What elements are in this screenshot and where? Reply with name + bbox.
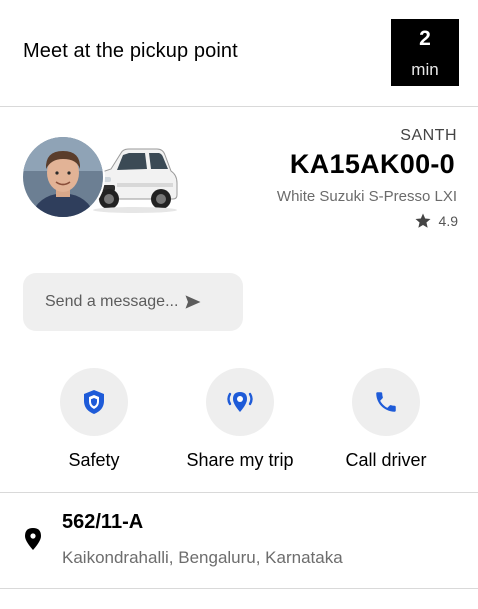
trip-header: Meet at the pickup point 2 min [0, 0, 478, 106]
destination-title: 562/11-A [62, 511, 144, 533]
eta-value: 2 [419, 27, 431, 50]
eta-unit: min [411, 60, 439, 79]
license-plate: KA15AK00-0 [289, 149, 455, 179]
message-placeholder: Send a message... [45, 293, 179, 310]
destination-address: Kaikondrahalli, Bengaluru, Karnataka [62, 548, 343, 567]
phone-icon [376, 392, 396, 412]
header-divider [0, 106, 478, 107]
pickup-status-title: Meet at the pickup point [23, 40, 238, 62]
safety-label: Safety [68, 450, 120, 470]
call-driver-button[interactable]: Call driver [326, 368, 446, 471]
shield-icon [84, 390, 104, 414]
destination-divider [0, 588, 478, 589]
driver-rating: 4.9 [414, 212, 458, 230]
driver-name: SANTH [400, 127, 457, 144]
eta-badge: 2 min [391, 19, 459, 86]
car-model: White Suzuki S-Presso LXI [276, 188, 457, 205]
driver-vehicle-photos [23, 137, 178, 219]
call-driver-button-circle[interactable] [352, 368, 420, 436]
location-pin-icon [25, 528, 41, 550]
send-arrow-icon[interactable] [183, 292, 203, 312]
share-location-icon [227, 392, 253, 412]
actions-divider [0, 492, 478, 493]
driver-avatar [23, 137, 103, 217]
send-message-field[interactable]: Send a message... [23, 273, 243, 331]
rating-value: 4.9 [438, 213, 458, 229]
safety-button-circle[interactable] [60, 368, 128, 436]
driver-photo [23, 137, 103, 217]
call-driver-label: Call driver [345, 450, 427, 470]
safety-button[interactable]: Safety [34, 368, 154, 471]
share-trip-label: Share my trip [186, 450, 294, 470]
share-trip-button-circle[interactable] [206, 368, 274, 436]
star-icon [415, 213, 431, 228]
share-trip-button[interactable]: Share my trip [180, 368, 300, 471]
